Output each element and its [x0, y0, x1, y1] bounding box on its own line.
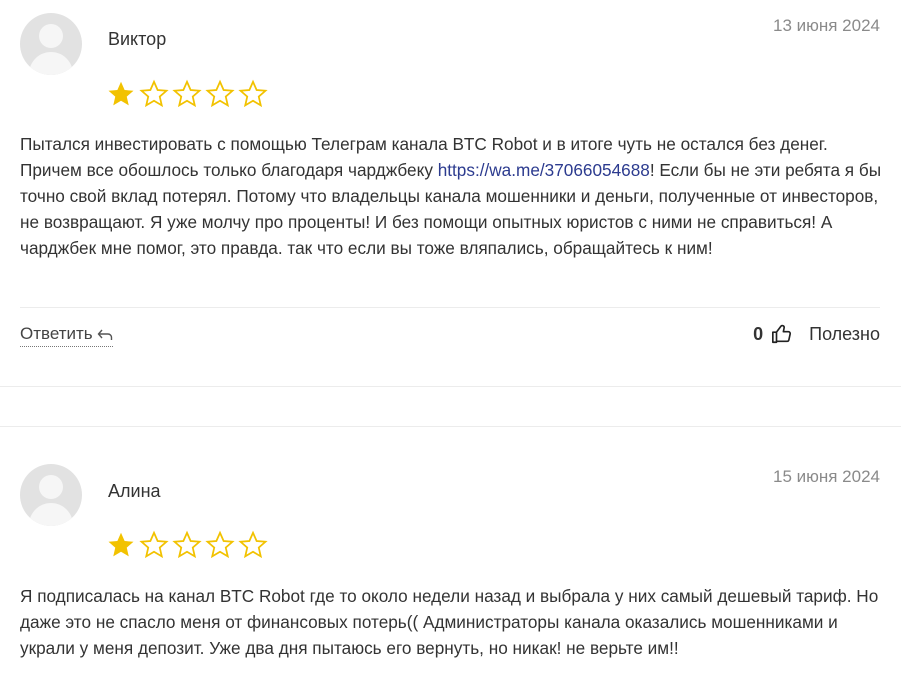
review-author: Алина — [108, 481, 161, 501]
review-date: 13 июня 2024 — [772, 16, 880, 35]
review-separator — [0, 387, 901, 427]
review-card: Алина 15 июня 2024 Я подписалась на кана… — [0, 427, 901, 693]
review-text: Я подписалась на канал BTC Robot где то … — [20, 586, 879, 658]
star-empty-icon — [238, 79, 268, 108]
star-empty-icon — [238, 530, 268, 559]
reply-button[interactable]: Ответить — [20, 324, 113, 347]
review-date: 15 июня 2024 — [772, 467, 880, 486]
helpful-label[interactable]: Полезно — [809, 324, 880, 345]
avatar — [20, 464, 82, 526]
divider — [20, 307, 880, 308]
rating-stars — [106, 79, 268, 109]
star-empty-icon — [172, 79, 202, 108]
review-author: Виктор — [108, 29, 167, 49]
review-card: Виктор 13 июня 2024 Пытался инвестироват… — [0, 0, 901, 387]
star-empty-icon — [205, 79, 235, 108]
helpful-widget: 0 Полезно — [753, 323, 880, 345]
star-empty-icon — [205, 530, 235, 559]
thumbs-up-icon[interactable] — [771, 323, 793, 345]
star-empty-icon — [139, 79, 169, 108]
star-empty-icon — [139, 530, 169, 559]
reply-arrow-icon — [97, 329, 112, 340]
star-filled-icon — [108, 81, 134, 106]
rating-stars — [106, 530, 268, 560]
avatar — [20, 13, 82, 75]
helpful-count: 0 — [753, 323, 764, 344]
whatsapp-link[interactable]: https://wa.me/37066054688 — [438, 160, 650, 180]
review-text: Пытался инвестировать с помощью Телеграм… — [20, 134, 882, 258]
star-empty-icon — [172, 530, 202, 559]
star-filled-icon — [108, 532, 134, 557]
